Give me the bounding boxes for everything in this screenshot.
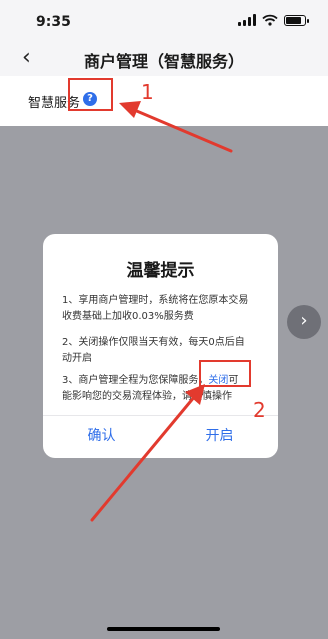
dialog-text-segment: 3、商户管理全程为您保障服务， (62, 375, 209, 386)
status-time: 9:35 (36, 14, 71, 30)
status-icons (238, 14, 309, 26)
tips-dialog: 温馨提示 1、享用商户管理时，系统将在您原本交易 收费基础上加收0.03%服务费… (43, 234, 278, 458)
dialog-text-line: 2、关闭操作仅限当天有效，每天0点后自 (62, 337, 245, 348)
wifi-icon (262, 14, 278, 26)
annotation-label-1: 1 (141, 80, 154, 104)
battery-icon (284, 14, 309, 26)
home-indicator (107, 627, 220, 631)
annotation-box-2 (199, 360, 251, 387)
dialog-text-line: 能影响您的交易流程体验，请谨慎操作 (62, 391, 232, 402)
dialog-text-line: 收费基础上加收0.03%服务费 (62, 311, 194, 322)
page-title: 商户管理（智慧服务） (83, 52, 244, 71)
confirm-button[interactable]: 确认 (43, 420, 160, 452)
chevron-right-icon[interactable]: › (287, 305, 321, 339)
dialog-divider (43, 415, 278, 416)
smart-service-row: 智慧服务 ? (0, 76, 328, 126)
annotation-box-1 (68, 78, 113, 111)
dialog-title: 温馨提示 (126, 261, 195, 281)
annotation-label-2: 2 (253, 398, 266, 422)
dialog-text-line: 1、享用商户管理时，系统将在您原本交易 (62, 295, 249, 306)
cellular-signal-icon (238, 14, 256, 26)
nav-bar: ‹ 商户管理（智慧服务） (0, 44, 328, 76)
status-bar: 9:35 (0, 0, 328, 44)
open-button[interactable]: 开启 (161, 420, 278, 452)
